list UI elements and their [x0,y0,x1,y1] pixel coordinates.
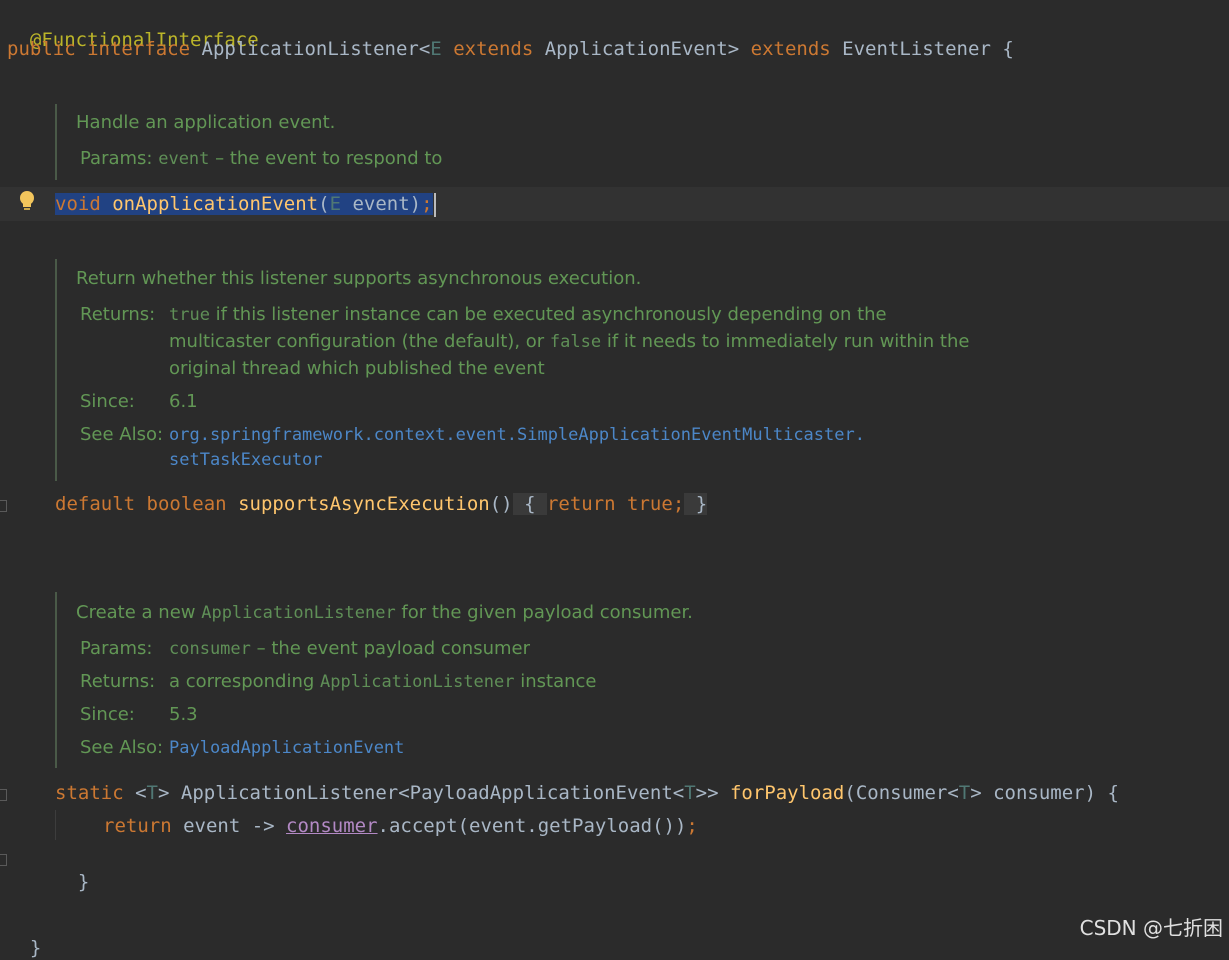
doc-code-application-listener: ApplicationListener [201,603,396,623]
param-event: event) [341,193,422,215]
selected-text[interactable]: void onApplicationEvent(E event); [55,193,433,215]
captured-var-consumer[interactable]: consumer [286,815,378,837]
doc-code-application-listener: ApplicationListener [320,672,515,692]
type-param-t-2: T [684,782,696,804]
type-param-e: E [430,38,442,60]
semicolon: ; [672,493,685,515]
args-open: (Consumer< [844,782,959,804]
doc-params-value: consumer – the event payload consumer [169,638,530,659]
kw-return: return [546,493,616,515]
type-param-t-3: T [958,782,971,804]
code-line-supports-async[interactable]: default boolean supportsAsyncExecution()… [55,492,708,516]
watermark: CSDN @七折困 [1079,916,1223,940]
close-brace: } [29,937,42,959]
paren-open: ( [318,193,330,215]
doc-text: if this listener instance can be execute… [209,304,887,325]
kw-extends: extends [453,38,534,60]
kw-true: true [627,493,673,515]
doc-param-name: event [158,149,210,169]
javadoc-block-supports-async: Return whether this listener supports as… [55,259,1057,481]
lambda-body: .accept(event.getPayload()) [377,815,687,837]
doc-text: instance [514,671,597,692]
doc-param-desc: – the event to respond to [209,148,443,169]
doc-see-link-1[interactable]: org.springframework.context.event.Simple… [169,425,865,445]
doc-text: Create a new [76,602,202,623]
kw-static: static [55,782,124,804]
kw-interface: interface [87,38,191,60]
angle-close: >> [695,782,730,804]
interface-name: ApplicationListener< [201,38,431,60]
doc-text: multicaster configuration (the default),… [169,331,550,352]
angle-open: < [135,782,147,804]
code-line-interface-close[interactable]: } [7,912,41,960]
kw-return: return [103,815,172,837]
doc-params-label: Params: [80,148,153,169]
semicolon: ; [421,193,433,215]
doc-returns-line-2: multicaster configuration (the default),… [169,331,969,352]
code-line-method-close[interactable]: } [55,846,89,894]
folded-brace-close[interactable]: } [684,493,708,515]
method-name-on-application-event[interactable]: onApplicationEvent [112,193,318,215]
bound-type: ApplicationEvent> [544,38,740,60]
return-type: > ApplicationListener<PayloadApplication… [158,782,685,804]
doc-text: for the given payload consumer. [395,602,693,623]
fold-marker-icon[interactable] [0,854,7,866]
doc-see-link-2[interactable]: setTaskExecutor [169,450,323,470]
doc-text: a corresponding [169,671,321,692]
semicolon: ; [686,815,698,837]
kw-boolean: boolean [146,493,227,515]
code-line-return-lambda[interactable]: return event -> consumer.accept(event.ge… [103,814,698,838]
doc-summary: Create a new ApplicationListener for the… [76,602,693,623]
doc-returns-label: Returns: [80,671,156,692]
method-name-supports-async[interactable]: supportsAsyncExecution [238,493,490,515]
lambda-head: event -> [171,815,287,837]
doc-see-link[interactable]: PayloadApplicationEvent [169,738,404,758]
doc-since-value: 5.3 [169,704,198,725]
doc-since-label: Since: [80,704,135,725]
args-close: > consumer) { [970,782,1119,804]
super-interface: EventListener { [842,38,1014,60]
text-caret [433,192,436,217]
code-line-interface-decl[interactable]: public interface ApplicationListener<E e… [7,37,1014,61]
doc-text: if it needs to immediately run within th… [601,331,970,352]
doc-code-false: false [549,332,602,352]
doc-since-label: Since: [80,391,135,412]
close-brace: } [77,871,90,893]
doc-returns-line-3: original thread which published the even… [169,358,545,379]
method-name-for-payload[interactable]: forPayload [730,782,844,804]
code-line-on-application-event[interactable]: void onApplicationEvent(E event); [55,192,436,217]
fold-marker-icon[interactable] [0,789,7,801]
folded-brace-open[interactable]: { [512,493,547,515]
code-line-for-payload[interactable]: static <T> ApplicationListener<PayloadAp… [55,781,1119,805]
kw-void: void [55,193,101,215]
doc-param-name: consumer [169,639,251,659]
doc-returns-value: a corresponding ApplicationListener inst… [169,671,596,692]
lightbulb-intention-icon[interactable] [18,190,36,214]
doc-see-label: See Also: [80,424,164,445]
javadoc-block-on-application-event: Handle an application event. Params: eve… [55,104,757,180]
type-param-e-arg: E [329,193,342,215]
doc-text: – the event payload consumer [250,638,530,659]
kw-public: public [7,38,76,60]
parens: () [489,493,513,515]
doc-returns-line-1: true if this listener instance can be ex… [169,304,887,325]
doc-summary: Return whether this listener supports as… [76,268,642,289]
doc-code-true: true [169,305,210,325]
doc-params-row: Params: event – the event to respond to [80,148,442,169]
indent-guide [55,810,56,840]
javadoc-block-for-payload: Create a new ApplicationListener for the… [55,592,857,768]
kw-extends-2: extends [750,38,831,60]
doc-returns-label: Returns: [80,304,156,325]
doc-see-label: See Also: [80,737,164,758]
doc-since-value: 6.1 [169,391,198,412]
type-param-t: T [146,782,158,804]
doc-params-label: Params: [80,638,153,659]
fold-marker-icon[interactable] [0,500,7,512]
doc-summary: Handle an application event. [76,112,336,133]
kw-default: default [55,493,136,515]
